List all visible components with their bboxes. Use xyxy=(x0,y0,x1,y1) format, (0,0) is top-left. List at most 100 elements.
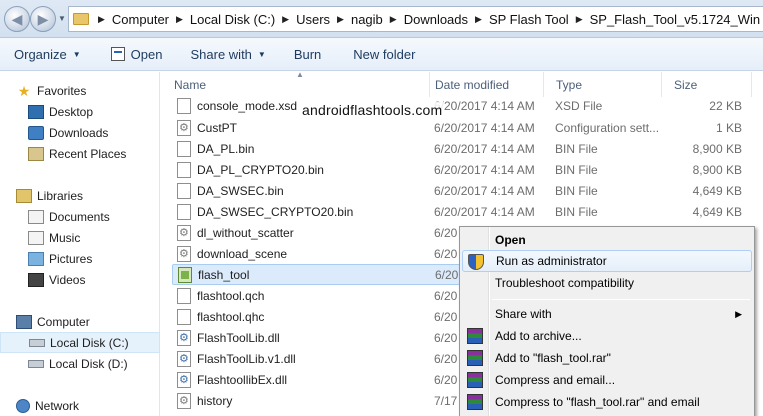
dll-file-icon xyxy=(177,371,191,388)
menu-item-compress-to-rar-and-email[interactable]: Compress to "flash_tool.rar" and email xyxy=(462,391,752,413)
back-button[interactable]: ◀ xyxy=(4,6,30,32)
breadcrumb-downloads[interactable]: Downloads xyxy=(402,12,470,27)
recent-pages-dropdown-icon[interactable]: ▼ xyxy=(58,14,66,23)
file-name: dl_without_scatter xyxy=(197,225,294,240)
column-header-name[interactable]: Name xyxy=(162,72,430,97)
nav-recent-places[interactable]: Recent Places xyxy=(0,143,160,164)
menu-item-run-as-administrator[interactable]: Run as administrator xyxy=(462,250,752,272)
address-bar[interactable]: ▶ Computer ▶ Local Disk (C:) ▶ Users ▶ n… xyxy=(68,6,763,32)
file-type: XSD File xyxy=(555,98,603,113)
nav-computer[interactable]: Computer xyxy=(0,311,160,332)
burn-button[interactable]: Burn xyxy=(274,38,329,71)
file-name: history xyxy=(197,393,233,408)
menu-item-troubleshoot-label: Troubleshoot compatibility xyxy=(495,276,634,290)
menu-item-compress-to-rar-and-email-label: Compress to "flash_tool.rar" and email xyxy=(495,395,700,409)
file-row[interactable]: CustPT 6/20/2017 4:14 AM Configuration s… xyxy=(172,117,752,138)
menu-item-share-with[interactable]: Share with ▶ xyxy=(462,303,752,325)
file-row[interactable]: DA_SWSEC.bin 6/20/2017 4:14 AM BIN File … xyxy=(172,180,752,201)
nav-local-disk-c-label: Local Disk (C:) xyxy=(50,335,129,350)
menu-item-run-as-administrator-label: Run as administrator xyxy=(496,254,607,268)
dll-file-icon xyxy=(177,329,191,346)
file-row[interactable]: DA_PL_CRYPTO20.bin 6/20/2017 4:14 AM BIN… xyxy=(172,159,752,180)
config-file-icon xyxy=(177,119,191,136)
nav-network[interactable]: Network xyxy=(0,395,160,416)
nav-libraries[interactable]: Libraries xyxy=(0,185,160,206)
address-bar-area: ◀ ▶ ▼ ▶ Computer ▶ Local Disk (C:) ▶ Use… xyxy=(0,0,763,38)
open-button[interactable]: Open xyxy=(89,38,171,71)
nav-music[interactable]: Music xyxy=(0,227,160,248)
menu-item-add-to-rar[interactable]: Add to "flash_tool.rar" xyxy=(462,347,752,369)
nav-videos[interactable]: Videos xyxy=(0,269,160,290)
menu-item-compress-and-email[interactable]: Compress and email... xyxy=(462,369,752,391)
chevron-right-icon[interactable]: ▶ xyxy=(571,14,588,25)
file-size: 8,900 KB xyxy=(692,141,742,156)
chevron-right-icon[interactable]: ▶ xyxy=(385,14,402,25)
file-icon xyxy=(177,182,191,199)
new-folder-button[interactable]: New folder xyxy=(329,38,423,71)
nav-downloads-label: Downloads xyxy=(49,125,109,140)
file-row[interactable]: console_mode.xsd 6/20/2017 4:14 AM XSD F… xyxy=(172,95,752,116)
documents-icon xyxy=(28,209,44,224)
config-file-icon xyxy=(177,245,191,262)
forward-arrow-icon: ▶ xyxy=(37,10,49,27)
file-size: 4,649 KB xyxy=(692,183,742,198)
breadcrumb-sp-flash-tool[interactable]: SP Flash Tool xyxy=(487,12,571,27)
chevron-right-icon[interactable]: ▶ xyxy=(277,14,294,25)
breadcrumb-users[interactable]: Users xyxy=(294,12,332,27)
file-name: FlashtoollibEx.dll xyxy=(197,372,288,387)
breadcrumb-nagib[interactable]: nagib xyxy=(349,12,385,27)
star-icon: ★ xyxy=(17,82,31,99)
config-file-icon xyxy=(177,392,191,409)
nav-music-label: Music xyxy=(49,230,81,245)
share-with-button[interactable]: Share with ▼ xyxy=(170,38,273,71)
column-header-size[interactable]: Size xyxy=(662,72,752,97)
file-name: flash_tool xyxy=(198,267,250,282)
file-icon xyxy=(177,140,191,157)
nav-local-disk-d[interactable]: Local Disk (D:) xyxy=(0,353,160,374)
winrar-icon xyxy=(467,328,483,344)
file-icon xyxy=(177,203,191,220)
open-label: Open xyxy=(130,46,163,62)
context-menu: Open Run as administrator Troubleshoot c… xyxy=(459,226,755,416)
breadcrumb-computer[interactable]: Computer xyxy=(110,12,171,27)
file-row[interactable]: DA_PL.bin 6/20/2017 4:14 AM BIN File 8,9… xyxy=(172,138,752,159)
breadcrumb-local-disk-c[interactable]: Local Disk (C:) xyxy=(188,12,277,27)
file-name: CustPT xyxy=(197,120,238,135)
file-type: BIN File xyxy=(555,162,598,177)
file-name: flashtool.qhc xyxy=(197,309,265,324)
nav-libraries-label: Libraries xyxy=(37,188,84,203)
file-icon xyxy=(177,161,191,178)
nav-favorites[interactable]: ★ Favorites xyxy=(0,80,160,101)
column-header-type[interactable]: Type xyxy=(544,72,662,97)
nav-documents[interactable]: Documents xyxy=(0,206,160,227)
organize-button[interactable]: Organize ▼ xyxy=(0,38,89,71)
computer-icon xyxy=(16,314,32,329)
nav-pictures[interactable]: Pictures xyxy=(0,248,160,269)
menu-item-troubleshoot-compatibility[interactable]: Troubleshoot compatibility xyxy=(462,272,752,294)
forward-button[interactable]: ▶ xyxy=(30,6,56,32)
application-icon xyxy=(178,266,192,283)
nav-pictures-label: Pictures xyxy=(49,251,93,266)
nav-local-disk-d-label: Local Disk (D:) xyxy=(49,356,128,371)
organize-label: Organize xyxy=(14,46,67,62)
file-date: 6/20/2017 4:14 AM xyxy=(434,120,535,135)
winrar-icon xyxy=(467,394,483,410)
menu-separator xyxy=(492,299,750,300)
music-icon xyxy=(28,230,44,245)
chevron-right-icon[interactable]: ▶ xyxy=(93,14,110,25)
menu-item-open[interactable]: Open xyxy=(462,229,752,251)
chevron-right-icon[interactable]: ▶ xyxy=(171,14,188,25)
nav-desktop[interactable]: Desktop xyxy=(0,101,160,122)
chevron-down-icon: ▼ xyxy=(72,49,81,59)
menu-item-add-to-archive[interactable]: Add to archive... xyxy=(462,325,752,347)
submenu-arrow-icon: ▶ xyxy=(735,308,742,319)
breadcrumb-current-folder[interactable]: SP_Flash_Tool_v5.1724_Win xyxy=(588,12,763,27)
file-row[interactable]: DA_SWSEC_CRYPTO20.bin 6/20/2017 4:14 AM … xyxy=(172,201,752,222)
column-header-date[interactable]: Date modified xyxy=(423,72,544,97)
nav-downloads[interactable]: Downloads xyxy=(0,122,160,143)
nav-local-disk-c[interactable]: Local Disk (C:) xyxy=(0,332,160,353)
chevron-right-icon[interactable]: ▶ xyxy=(470,14,487,25)
new-folder-label: New folder xyxy=(353,46,416,62)
column-size-label: Size xyxy=(674,77,698,92)
chevron-right-icon[interactable]: ▶ xyxy=(332,14,349,25)
